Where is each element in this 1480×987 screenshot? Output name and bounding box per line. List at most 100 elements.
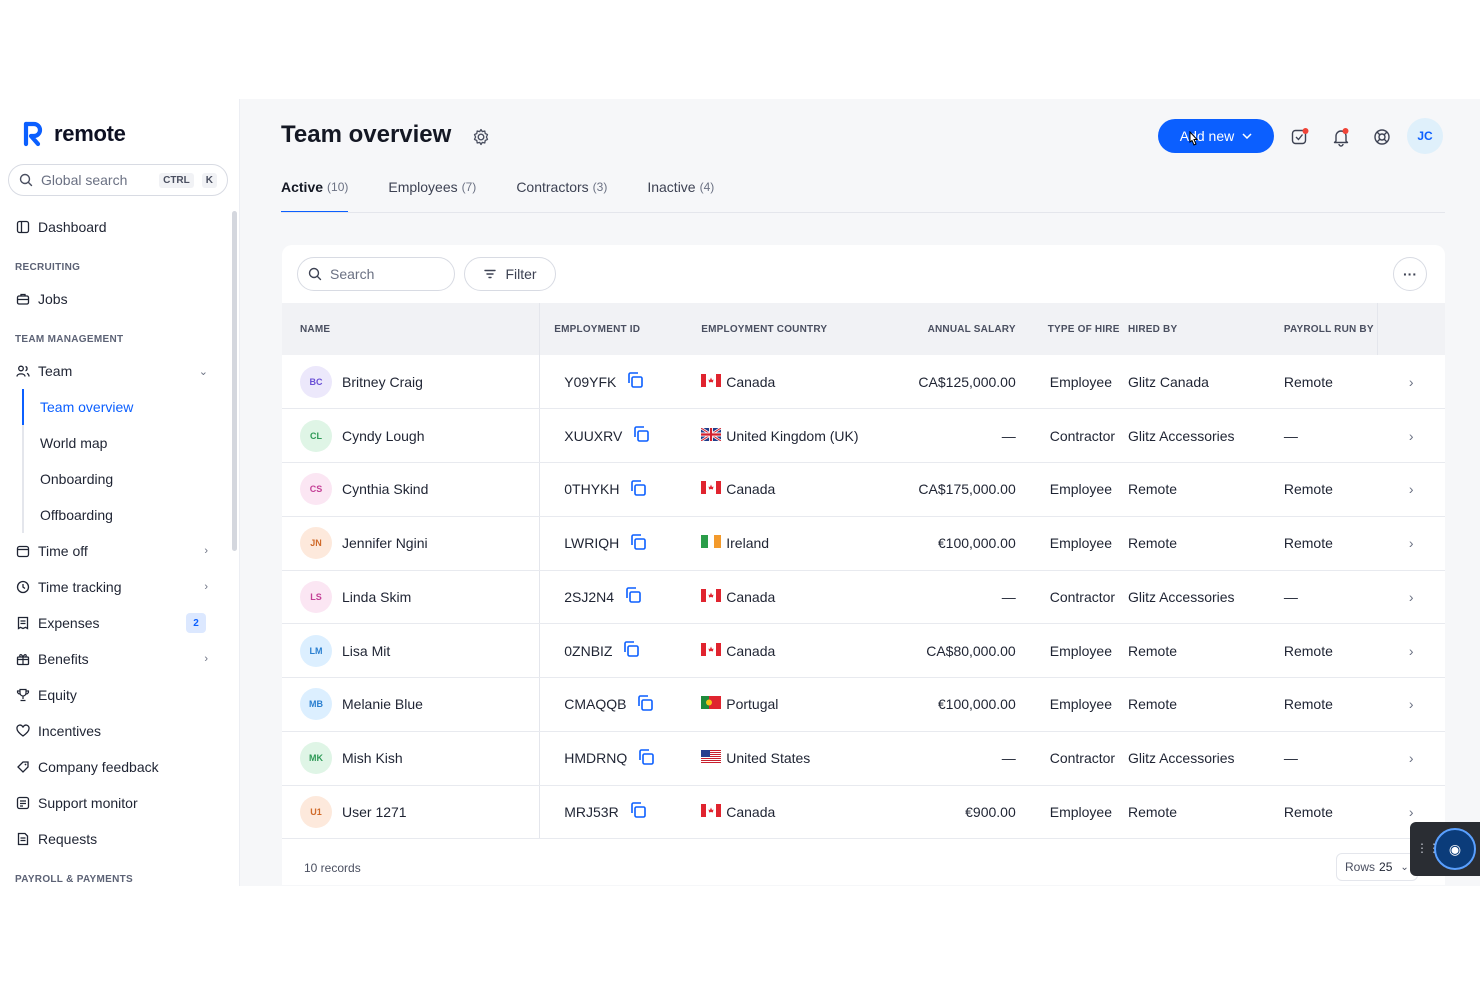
copy-icon[interactable] [622,640,640,661]
chevron-right-icon[interactable]: › [1377,355,1445,410]
chevron-right-icon[interactable]: › [1377,462,1445,517]
sidebar-item-jobs[interactable]: Jobs [0,281,232,317]
cell-employment-id: 0THYKH [539,462,686,517]
sidebar-item-support-monitor[interactable]: Support monitor [0,785,232,821]
employee-name[interactable]: Linda Skim [342,589,411,605]
more-options-button[interactable]: ··· [1393,257,1427,291]
column-header-name[interactable]: NAME [282,303,541,355]
global-search-input[interactable]: Global search CTRL K [8,164,228,196]
cell-country: Canada [685,785,894,840]
cell-type-of-hire: Contractor [1015,408,1128,463]
avatar: BC [300,365,332,398]
sidebar-item-requests[interactable]: Requests [0,821,232,857]
tab-inactive[interactable]: Inactive (4) [647,179,714,213]
sidebar-item-equity[interactable]: Equity [0,677,232,713]
avatar: MB [300,688,332,721]
copy-icon[interactable] [629,801,647,822]
column-header-employment-id[interactable]: EMPLOYMENT ID [540,303,686,355]
sidebar-item-time-off[interactable]: Time off › [0,533,232,569]
tab-employees[interactable]: Employees (7) [388,179,476,213]
document-icon [17,832,29,846]
gear-icon[interactable] [472,128,490,146]
table-row[interactable]: U1 User 1271 MRJ53R Canada €900.00 Employee Re… [282,785,1445,840]
sidebar-item-benefits[interactable]: Benefits › [0,641,232,677]
employee-name[interactable]: User 1271 [342,804,407,820]
heart-icon [16,724,30,737]
table-row[interactable]: LM Lisa Mit 0ZNBIZ Canada CA$80,000.00 Employ… [282,623,1445,678]
country-name: Canada [726,373,776,390]
table-row[interactable]: MB Melanie Blue CMAQQB Portugal €100,000.00 E… [282,677,1445,732]
employee-name[interactable]: Jennifer Ngini [342,535,428,551]
table-row[interactable]: CS Cynthia Skind 0THYKH Canada CA$175,000.00… [282,462,1445,517]
filter-button[interactable]: Filter [464,257,556,291]
sidebar-scrollbar[interactable] [232,211,237,551]
chevron-right-icon: › [204,653,208,665]
column-header-employment-country[interactable]: EMPLOYMENT COUNTRY [685,303,893,355]
column-header-type-of-hire[interactable]: TYPE OF HIRE [1016,303,1128,355]
employee-name[interactable]: Melanie Blue [342,696,423,712]
cell-annual-salary: — [893,731,1016,786]
chevron-right-icon[interactable]: › [1377,408,1445,463]
bell-icon[interactable] [1331,127,1351,147]
sidebar-item-onboarding[interactable]: Onboarding [22,461,232,497]
tab-active[interactable]: Active (10) [281,179,349,213]
add-new-button[interactable]: Add new [1158,119,1274,153]
sidebar-item-label: Benefits [38,651,89,667]
cell-payroll-run-by: Remote [1283,785,1378,840]
chevron-right-icon[interactable]: › [1377,677,1445,732]
robot-icon[interactable]: ◉ [1434,828,1476,870]
record-count: 10 records [304,861,361,875]
employee-name[interactable]: Britney Craig [342,374,423,390]
chevron-right-icon[interactable]: › [1377,623,1445,678]
sidebar-item-dashboard[interactable]: Dashboard [0,209,232,245]
copy-icon[interactable] [636,694,654,715]
copy-icon[interactable] [629,479,647,500]
employee-name[interactable]: Cynthia Skind [342,481,428,497]
employee-name[interactable]: Lisa Mit [342,643,390,659]
column-header-payroll-run-by[interactable]: PAYROLL RUN BY [1284,303,1378,355]
help-lifebuoy-icon[interactable] [1372,127,1392,147]
chevron-right-icon[interactable]: › [1377,516,1445,571]
employee-name[interactable]: Mish Kish [342,750,403,766]
sidebar-item-incentives[interactable]: Incentives [0,713,232,749]
copy-icon[interactable] [632,425,650,446]
tasks-icon[interactable] [1290,127,1310,147]
expenses-count-badge: 2 [186,613,206,633]
sidebar-item-company-feedback[interactable]: Company feedback [0,749,232,785]
sidebar-item-expenses[interactable]: Expenses 2 [0,605,232,641]
tab-label: Contractors [516,179,589,195]
user-avatar[interactable]: JC [1407,118,1443,154]
cell-hired-by: Glitz Accessories [1127,731,1284,786]
sidebar-item-world-map[interactable]: World map [22,425,232,461]
country-name: Canada [726,481,776,498]
copy-icon[interactable] [626,371,644,392]
sidebar-item-team-overview[interactable]: Team overview [22,389,232,425]
receipt-icon [17,616,29,630]
assistant-widget[interactable]: ⋮⋮ ◉ [1410,822,1480,876]
sidebar-item-team[interactable]: Team ⌄ [0,353,232,389]
cell-annual-salary: CA$175,000.00 [893,462,1016,517]
search-input[interactable]: Search [297,257,455,291]
flag-icon [701,588,722,605]
copy-icon[interactable] [629,533,647,554]
column-header-annual-salary[interactable]: ANNUAL SALARY [893,303,1016,355]
chevron-right-icon[interactable]: › [1377,731,1445,786]
table-row[interactable]: LS Linda Skim 2SJ2N4 Canada — Contractor Glitz… [282,570,1445,625]
tab-contractors[interactable]: Contractors (3) [516,179,607,213]
table-row[interactable]: CL Cyndy Lough XUUXRV United Kingdom (UK) — C… [282,408,1445,463]
brand-logo[interactable]: remote [22,121,126,147]
cell-name: LM Lisa Mit [282,623,541,678]
copy-icon[interactable] [624,586,642,607]
sidebar-item-offboarding[interactable]: Offboarding [22,497,232,533]
copy-icon[interactable] [637,748,655,769]
sidebar-item-time-tracking[interactable]: Time tracking › [0,569,232,605]
table-row[interactable]: JN Jennifer Ngini LWRIQH Ireland €100,000.00… [282,516,1445,571]
chevron-right-icon[interactable]: › [1377,570,1445,625]
employee-name[interactable]: Cyndy Lough [342,428,425,444]
rows-per-page-select[interactable]: Rows 25 ⌄ [1336,853,1418,881]
column-header-hired-by[interactable]: HIRED BY [1128,303,1284,355]
cell-name: BC Britney Craig [282,355,541,410]
flag-icon [701,373,722,390]
table-row[interactable]: BC Britney Craig Y09YFK Canada CA$125,000.00… [282,355,1445,410]
table-row[interactable]: MK Mish Kish HMDRNQ United States — Contracto… [282,731,1445,786]
